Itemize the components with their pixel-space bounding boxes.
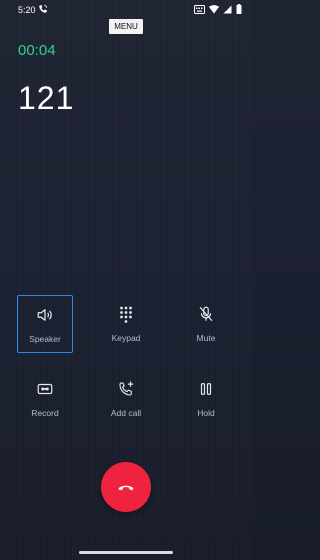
record-label: Record: [31, 408, 59, 418]
record-icon: [37, 383, 53, 395]
keypad-label: Keypad: [111, 333, 141, 343]
add-call-label: Add call: [110, 408, 142, 418]
battery-icon: [236, 4, 242, 14]
wifi-icon: [209, 4, 219, 13]
keypad-icon: [120, 306, 132, 323]
speaker-label: Speaker: [29, 334, 61, 344]
mute-icon: [199, 306, 213, 322]
menu-button[interactable]: MENU: [109, 19, 143, 34]
record-button[interactable]: Record: [17, 370, 73, 428]
phone-number: 121: [18, 80, 75, 116]
call-duration: 00:04: [18, 42, 56, 59]
home-indicator[interactable]: [79, 551, 173, 554]
add-call-button[interactable]: Add call: [98, 370, 154, 428]
hold-label: Hold: [197, 408, 215, 418]
end-call-button[interactable]: [101, 462, 151, 512]
speaker-icon: [37, 309, 52, 321]
hold-button[interactable]: Hold: [178, 370, 234, 428]
mute-button[interactable]: Mute: [178, 295, 234, 353]
signal-icon: [223, 5, 232, 13]
mute-label: Mute: [196, 333, 216, 343]
speaker-button[interactable]: Speaker: [17, 295, 73, 353]
hold-icon: [200, 383, 212, 395]
add-call-icon: [119, 381, 134, 396]
hang-up-icon: [118, 485, 134, 491]
status-time: 5:20: [18, 5, 36, 15]
keypad-button[interactable]: Keypad: [98, 295, 154, 353]
phone-call-icon: [39, 4, 48, 13]
keyboard-icon: [194, 4, 205, 14]
